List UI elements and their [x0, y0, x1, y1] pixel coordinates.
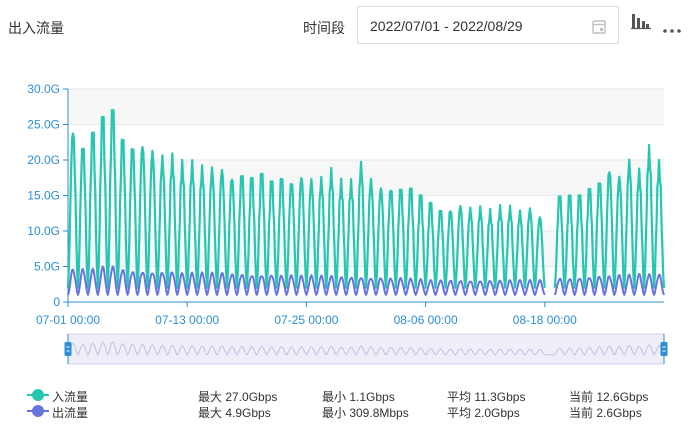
y-tick-label: 5.0G — [34, 260, 60, 274]
stat-min-in: 最小 1.1Gbps — [322, 390, 395, 404]
zoom-track — [67, 333, 665, 365]
legend-marker-in[interactable] — [27, 388, 49, 405]
y-tick-label: 20.0G — [27, 153, 60, 167]
stat-min-out: 最小 309.8Mbps — [322, 406, 409, 420]
stat-cur-in: 当前 12.6Gbps — [569, 390, 649, 404]
stat-avg-out: 平均 2.0Gbps — [447, 406, 520, 420]
y-tick-label: 25.0G — [27, 118, 60, 132]
x-tick-label: 08-18 00:00 — [513, 313, 577, 327]
y-tick-label: 10.0G — [27, 224, 60, 238]
x-tick-label: 08-06 00:00 — [394, 313, 458, 327]
stat-avg-in: 平均 11.3Gbps — [447, 390, 526, 404]
chart-series — [66, 108, 666, 296]
legend-marker-out[interactable] — [27, 404, 49, 421]
y-tick-label: 30.0G — [27, 82, 60, 96]
legend-label-in[interactable]: 入流量 — [52, 388, 88, 405]
x-tick-label: 07-01 00:00 — [36, 313, 100, 327]
legend-row-out: 出流量 最大 4.9Gbps 最小 309.8Mbps 平均 2.0Gbps 当… — [0, 404, 693, 420]
zoom-slider[interactable] — [64, 333, 668, 365]
stat-max-in: 最大 27.0Gbps — [198, 390, 278, 404]
x-axis-ticks: 07-01 00:00 07-13 00:00 07-25 00:00 08-06 0… — [36, 301, 664, 327]
stat-max-out: 最大 4.9Gbps — [198, 406, 271, 420]
grid-band — [68, 89, 664, 125]
traffic-line-chart: 30.0G 25.0G 20.0G 15.0G 10.0G 5.0G 0 07-01 00:… — [27, 82, 668, 365]
grid-band — [68, 231, 664, 267]
zoom-handle-right[interactable] — [660, 342, 668, 356]
x-tick-label: 07-13 00:00 — [155, 313, 219, 327]
x-tick-label: 07-25 00:00 — [274, 313, 338, 327]
y-tick-label: 15.0G — [27, 189, 60, 203]
y-axis-ticks: 30.0G 25.0G 20.0G 15.0G 10.0G 5.0G 0 — [27, 82, 69, 309]
legend-label-out[interactable]: 出流量 — [52, 404, 88, 421]
stat-cur-out: 当前 2.6Gbps — [569, 406, 642, 420]
y-tick-label: 0 — [53, 295, 60, 309]
zoom-handle-left[interactable] — [64, 342, 72, 356]
legend-row-in: 入流量 最大 27.0Gbps 最小 1.1Gbps 平均 11.3Gbps 当… — [0, 388, 693, 404]
grid-band — [68, 160, 664, 196]
